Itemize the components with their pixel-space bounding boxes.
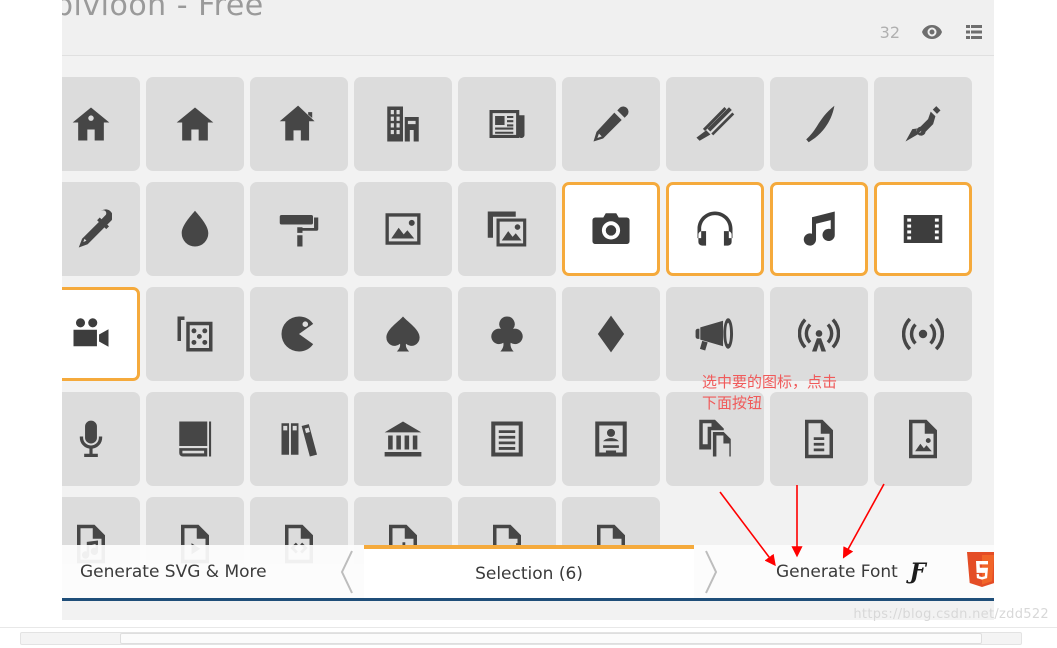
horizontal-scrollbar[interactable]: [0, 627, 1057, 648]
icon-cell-music-note[interactable]: [770, 182, 868, 276]
app-header: bivioon - Free 32: [62, 0, 994, 56]
screenshot-root: bivioon - Free 32 Generate SVG & More Se…: [0, 0, 1057, 648]
icon-cell-id-card[interactable]: [562, 392, 660, 486]
icon-cell-pen-nib[interactable]: [874, 77, 972, 171]
selection-label: Selection (6): [475, 563, 583, 584]
icon-cell-books[interactable]: [250, 392, 348, 486]
icon-grid: [62, 77, 974, 564]
icon-cell-signal-waves[interactable]: [874, 287, 972, 381]
icon-cell-file-image[interactable]: [874, 392, 972, 486]
generate-font-button[interactable]: Generate Font Ƒ: [728, 545, 935, 598]
icon-cell-camera[interactable]: [562, 182, 660, 276]
icon-cell-book[interactable]: [146, 392, 244, 486]
icon-cell-home[interactable]: [146, 77, 244, 171]
icon-cell-bank[interactable]: [354, 392, 452, 486]
generate-font-label: Generate Font: [776, 561, 898, 582]
icon-cell-home-outline[interactable]: [62, 77, 140, 171]
icon-cell-paint-roller[interactable]: [250, 182, 348, 276]
chevron-right-icon[interactable]: [694, 545, 728, 598]
icon-cell-film[interactable]: [874, 182, 972, 276]
bottom-action-bar: Generate SVG & More Selection (6) Genera…: [62, 545, 994, 601]
icon-cell-newspaper[interactable]: [458, 77, 556, 171]
icon-cell-feather[interactable]: [770, 77, 868, 171]
watermark-text: https://blog.csdn.net/zdd522: [853, 607, 1049, 622]
icon-cell-headphones[interactable]: [666, 182, 764, 276]
app-window: bivioon - Free 32 Generate SVG & More Se…: [62, 0, 994, 620]
icon-cell-document-text[interactable]: [458, 392, 556, 486]
icon-cell-pencil[interactable]: [562, 77, 660, 171]
left-gutter: [0, 0, 62, 620]
icon-cell-pen-stroke[interactable]: [666, 77, 764, 171]
icon-cell-club[interactable]: [458, 287, 556, 381]
icon-count-label: 32: [879, 22, 900, 42]
font-glyph-icon: Ƒ: [909, 558, 926, 585]
selection-tab[interactable]: Selection (6): [364, 545, 694, 598]
icon-cell-file-lines[interactable]: [770, 392, 868, 486]
icon-cell-microphone[interactable]: [62, 392, 140, 486]
generate-svg-button[interactable]: Generate SVG & More: [62, 545, 330, 598]
icon-cell-spade[interactable]: [354, 287, 452, 381]
icon-cell-home-solid[interactable]: [250, 77, 348, 171]
list-menu-icon[interactable]: [964, 22, 984, 42]
icon-cell-dice[interactable]: [146, 287, 244, 381]
icon-cell-pacman[interactable]: [250, 287, 348, 381]
icon-cell-diamond[interactable]: [562, 287, 660, 381]
app-title: bivioon - Free: [62, 0, 264, 23]
icon-cell-image[interactable]: [354, 182, 452, 276]
icon-cell-droplet[interactable]: [146, 182, 244, 276]
html5-logo-icon: [964, 552, 994, 592]
icon-cell-megaphone[interactable]: [666, 287, 764, 381]
generate-svg-label: Generate SVG & More: [80, 561, 267, 582]
chevron-left-icon[interactable]: [330, 545, 364, 598]
eye-icon[interactable]: [922, 22, 942, 42]
icon-cell-file-copy[interactable]: [666, 392, 764, 486]
icon-grid-scroll-area[interactable]: [62, 57, 994, 564]
header-right-controls: 32: [880, 22, 984, 42]
icon-cell-images[interactable]: [458, 182, 556, 276]
icon-cell-eyedropper[interactable]: [62, 182, 140, 276]
icon-cell-building[interactable]: [354, 77, 452, 171]
icon-cell-broadcast-tower[interactable]: [770, 287, 868, 381]
scrollbar-thumb[interactable]: [120, 633, 982, 644]
icon-cell-video-camera[interactable]: [62, 287, 140, 381]
